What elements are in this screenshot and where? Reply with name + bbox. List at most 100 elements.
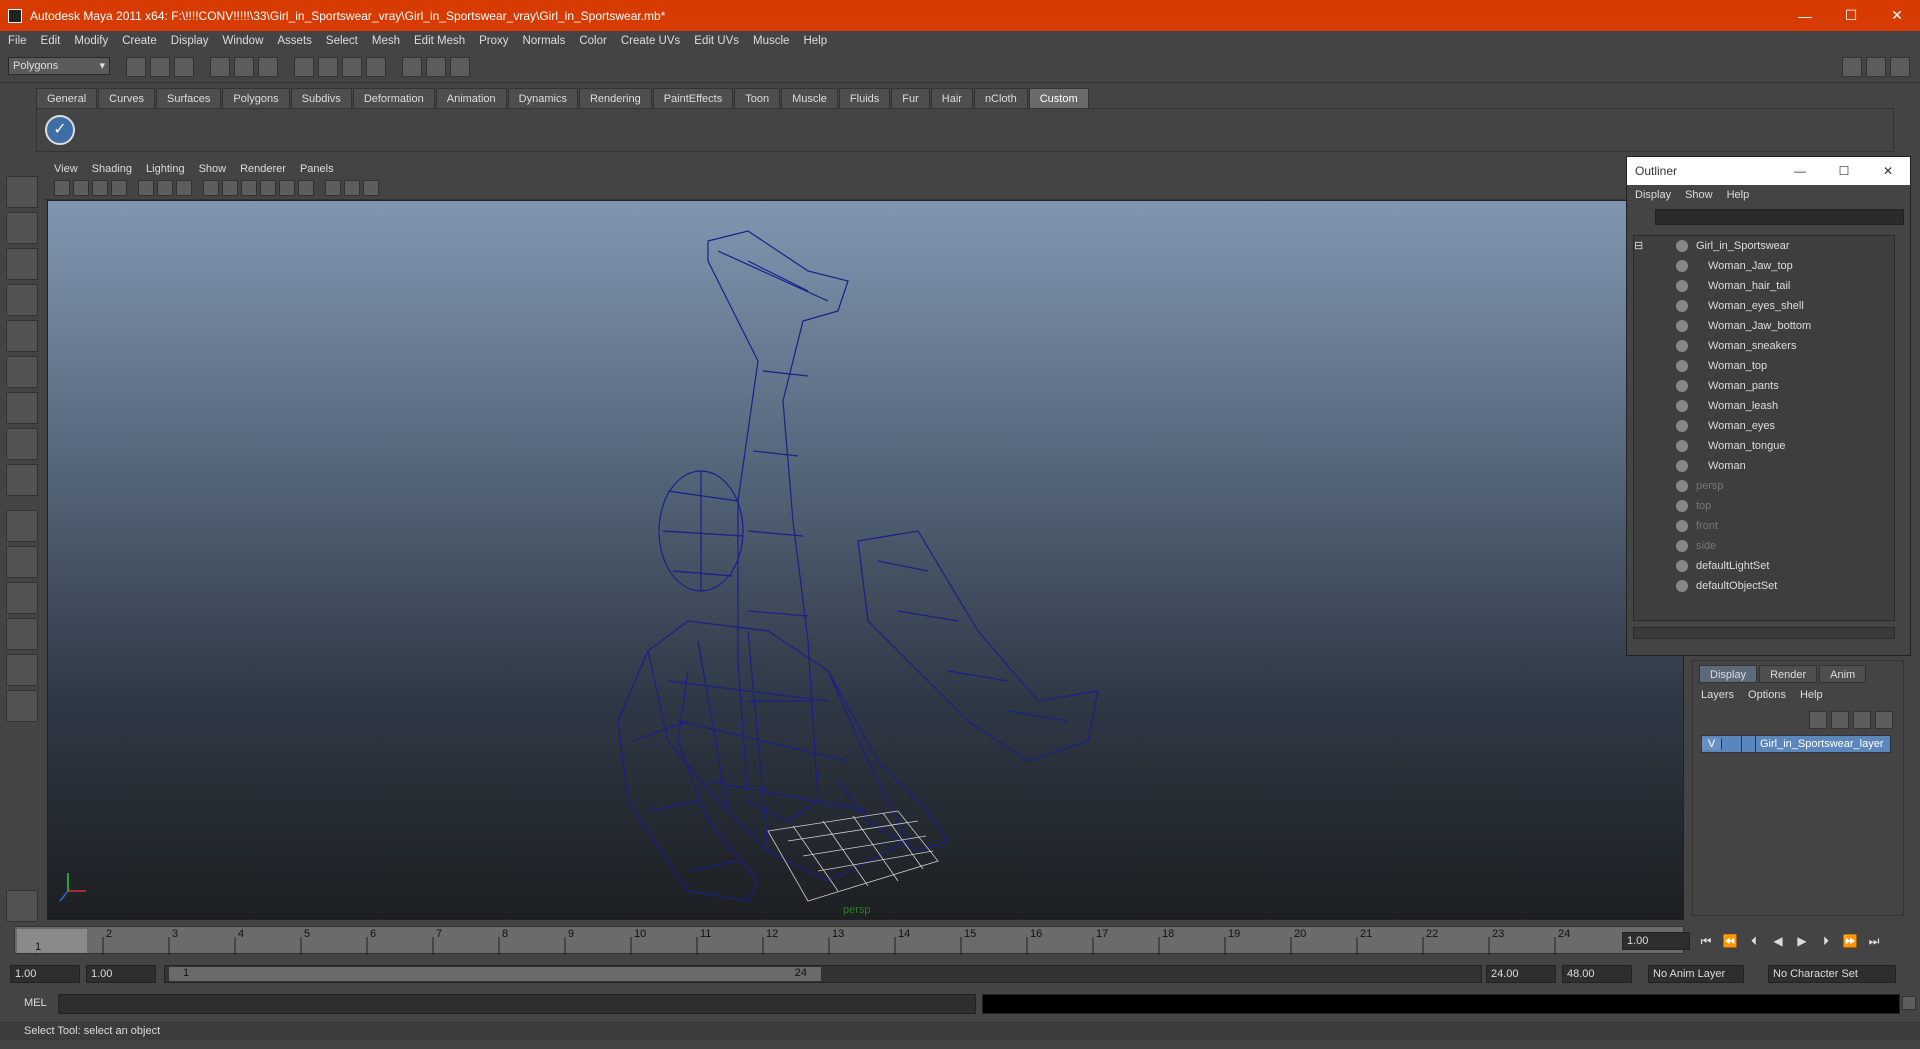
snap-plane-icon[interactable]: [366, 57, 386, 77]
bookmark-icon[interactable]: [92, 180, 108, 196]
menu-window[interactable]: Window: [222, 35, 263, 47]
list-item[interactable]: Woman_sneakers: [1676, 336, 1796, 356]
layout-hypershade-icon[interactable]: [6, 690, 38, 722]
range-slider-handle[interactable]: 1 24: [169, 967, 821, 981]
outliner-list[interactable]: ⊟ Girl_in_Sportswear Woman_Jaw_top Woman…: [1633, 235, 1895, 621]
shelf-tab-fur[interactable]: Fur: [891, 88, 930, 108]
range-slider[interactable]: 1 24: [164, 965, 1482, 983]
grid-icon[interactable]: [138, 180, 154, 196]
layer-tab-display[interactable]: Display: [1699, 665, 1758, 683]
menu-proxy[interactable]: Proxy: [479, 35, 508, 47]
channel-box-toggle-icon[interactable]: [1890, 57, 1910, 77]
lasso-tool-icon[interactable]: [6, 212, 38, 244]
script-editor-icon[interactable]: [1902, 996, 1916, 1010]
menu-mode-select[interactable]: Polygons ▾: [8, 57, 110, 75]
menu-color[interactable]: Color: [579, 35, 606, 47]
new-layer-selected-icon[interactable]: [1875, 711, 1893, 729]
shelf-tab-muscle[interactable]: Muscle: [781, 88, 838, 108]
paint-select-tool-icon[interactable]: [6, 248, 38, 280]
menu-edit[interactable]: Edit: [41, 35, 61, 47]
layer-menu-layers[interactable]: Layers: [1701, 689, 1734, 701]
go-to-end-icon[interactable]: ⏭: [1862, 930, 1886, 952]
list-item[interactable]: Woman_leash: [1676, 396, 1778, 416]
maximize-button[interactable]: ☐: [1828, 0, 1874, 31]
manipulator-tool-icon[interactable]: [6, 392, 38, 424]
move-tool-icon[interactable]: [6, 284, 38, 316]
outliner-menu-show[interactable]: Show: [1685, 189, 1713, 201]
list-item[interactable]: Woman_tongue: [1676, 436, 1785, 456]
shelf-tab-hair[interactable]: Hair: [930, 88, 973, 108]
minimize-button[interactable]: —: [1782, 0, 1828, 31]
shelf-tab-fluids[interactable]: Fluids: [838, 88, 891, 108]
shelf-tab-ncloth[interactable]: nCloth: [973, 88, 1028, 108]
save-scene-icon[interactable]: [174, 57, 194, 77]
menu-edit-mesh[interactable]: Edit Mesh: [414, 35, 465, 47]
play-forward-icon[interactable]: ▶: [1790, 930, 1814, 952]
snap-point-icon[interactable]: [342, 57, 362, 77]
shelf-tab-general[interactable]: General: [36, 88, 98, 108]
outliner-menu-display[interactable]: Display: [1635, 189, 1671, 201]
step-forward-key-icon[interactable]: ⏩: [1838, 930, 1862, 952]
anim-layer-select[interactable]: No Anim Layer: [1648, 965, 1744, 983]
layer-move-up-icon[interactable]: [1809, 711, 1827, 729]
shelf-tab-subdivs[interactable]: Subdivs: [290, 88, 352, 108]
menu-muscle[interactable]: Muscle: [753, 35, 789, 47]
viewport-menu-show[interactable]: Show: [199, 163, 227, 175]
step-forward-frame-icon[interactable]: ⏵: [1814, 930, 1838, 952]
new-scene-icon[interactable]: [126, 57, 146, 77]
playback-start-field[interactable]: 1.00: [86, 965, 156, 983]
list-item[interactable]: defaultLightSet: [1676, 556, 1769, 576]
list-item[interactable]: Girl_in_Sportswear: [1676, 236, 1790, 256]
resolution-gate-icon[interactable]: [176, 180, 192, 196]
smooth-shade-icon[interactable]: [222, 180, 238, 196]
current-frame-marker[interactable]: [17, 929, 87, 953]
cmd-language-label[interactable]: MEL: [24, 997, 47, 1009]
outliner-minimize-button[interactable]: —: [1778, 164, 1822, 178]
layer-menu-help[interactable]: Help: [1800, 689, 1823, 701]
select-hierarchy-icon[interactable]: [210, 57, 230, 77]
shelf-tab-custom[interactable]: Custom: [1028, 88, 1089, 108]
viewport-menu-lighting[interactable]: Lighting: [146, 163, 185, 175]
outliner-menu-help[interactable]: Help: [1727, 189, 1750, 201]
command-input[interactable]: [58, 994, 976, 1014]
shelf-tab-curves[interactable]: Curves: [98, 88, 155, 108]
menu-edit-uvs[interactable]: Edit UVs: [694, 35, 739, 47]
list-item[interactable]: persp: [1676, 476, 1724, 496]
rotate-tool-icon[interactable]: [6, 320, 38, 352]
attribute-editor-toggle-icon[interactable]: [1842, 57, 1862, 77]
character-set-select[interactable]: No Character Set: [1768, 965, 1896, 983]
outliner-collapse-icon[interactable]: ⊟: [1634, 236, 1643, 256]
quick-layout-icon[interactable]: [6, 890, 38, 922]
camera-attributes-icon[interactable]: [73, 180, 89, 196]
menu-create[interactable]: Create: [122, 35, 157, 47]
layer-tab-render[interactable]: Render: [1759, 665, 1818, 683]
outliner-maximize-button[interactable]: ☐: [1822, 164, 1866, 178]
scale-tool-icon[interactable]: [6, 356, 38, 388]
menu-file[interactable]: File: [8, 35, 27, 47]
menu-normals[interactable]: Normals: [523, 35, 566, 47]
layout-outliner-icon[interactable]: [6, 654, 38, 686]
list-item[interactable]: front: [1676, 516, 1718, 536]
open-scene-icon[interactable]: [150, 57, 170, 77]
viewport-menu-panels[interactable]: Panels: [300, 163, 334, 175]
render-frame-icon[interactable]: [402, 57, 422, 77]
close-button[interactable]: ✕: [1874, 0, 1920, 31]
render-settings-icon[interactable]: [450, 57, 470, 77]
layer-tab-anim[interactable]: Anim: [1819, 665, 1867, 683]
list-item[interactable]: Woman_hair_tail: [1676, 276, 1790, 296]
shadows-icon[interactable]: [298, 180, 314, 196]
end-time-field[interactable]: 48.00: [1562, 965, 1632, 983]
viewport-menu-renderer[interactable]: Renderer: [240, 163, 286, 175]
select-component-icon[interactable]: [258, 57, 278, 77]
layer-move-down-icon[interactable]: [1831, 711, 1849, 729]
tool-settings-toggle-icon[interactable]: [1866, 57, 1886, 77]
wireframe-icon[interactable]: [203, 180, 219, 196]
select-tool-icon[interactable]: [6, 176, 38, 208]
list-item[interactable]: top: [1676, 496, 1711, 516]
shelf-tab-polygons[interactable]: Polygons: [222, 88, 290, 108]
list-item[interactable]: Woman_eyes_shell: [1676, 296, 1804, 316]
layer-visibility-toggle[interactable]: V: [1702, 738, 1722, 750]
layout-graph-icon[interactable]: [6, 618, 38, 650]
shelf-tab-surfaces[interactable]: Surfaces: [155, 88, 222, 108]
image-plane-icon[interactable]: [111, 180, 127, 196]
